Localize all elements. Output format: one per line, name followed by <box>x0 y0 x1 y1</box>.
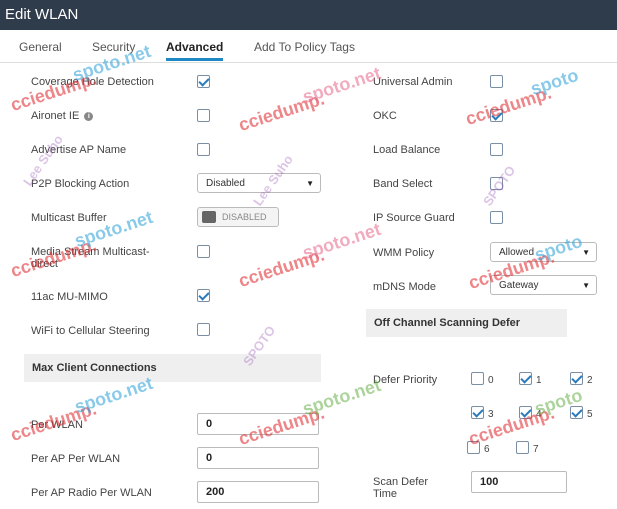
wmm-policy-label: WMM Policy <box>373 247 435 259</box>
defer-priority-0-label: 0 <box>488 375 494 386</box>
max-client-connections-header: Max Client Connections <box>24 354 321 382</box>
dialog-title: Edit WLAN <box>5 6 79 23</box>
coverage-hole-detection-label: Coverage Hole Detection <box>31 76 154 88</box>
aironet-ie-label-wrap: Aironet IE i <box>31 110 94 122</box>
chevron-down-icon: ▼ <box>582 281 590 290</box>
tab-security[interactable]: Security <box>92 30 135 61</box>
universal-admin-label: Universal Admin <box>373 76 453 88</box>
media-stream-label: Media Stream Multicast-direct <box>31 246 150 270</box>
scan-defer-time-label: Scan Defer Time <box>373 476 429 500</box>
watermark-text: spoto.net <box>300 218 384 264</box>
watermark-text: cciedump. <box>236 244 327 292</box>
defer-priority-2-checkbox[interactable] <box>570 372 583 385</box>
media-stream-checkbox[interactable] <box>197 245 210 258</box>
defer-priority-6-checkbox[interactable] <box>467 441 480 454</box>
advertise-ap-name-label: Advertise AP Name <box>31 144 127 156</box>
p2p-blocking-action-label: P2P Blocking Action <box>31 178 130 190</box>
defer-priority-2-label: 2 <box>587 375 593 386</box>
per-ap-per-wlan-input[interactable]: 0 <box>197 447 319 469</box>
wifi-cellular-steering-checkbox[interactable] <box>197 323 210 336</box>
wmm-policy-select[interactable]: Allowed ▼ <box>490 242 597 262</box>
per-ap-per-wlan-label: Per AP Per WLAN <box>31 453 121 465</box>
chevron-down-icon: ▼ <box>306 179 314 188</box>
multicast-buffer-value: DISABLED <box>222 212 267 222</box>
defer-priority-6-label: 6 <box>484 444 490 455</box>
per-ap-radio-per-wlan-input[interactable]: 200 <box>197 481 319 503</box>
off-channel-scanning-defer-header: Off Channel Scanning Defer <box>366 309 567 337</box>
wifi-cellular-steering-label: WiFi to Cellular Steering <box>31 325 150 337</box>
defer-priority-7-checkbox[interactable] <box>516 441 529 454</box>
mdns-mode-value: Gateway <box>499 280 539 291</box>
tab-general[interactable]: General <box>19 30 62 61</box>
info-icon[interactable]: i <box>84 111 94 121</box>
defer-priority-4-label: 4 <box>536 409 542 420</box>
defer-priority-3-checkbox[interactable] <box>471 406 484 419</box>
band-select-checkbox[interactable] <box>490 177 503 190</box>
p2p-blocking-action-value: Disabled <box>206 178 245 189</box>
watermark-text: cciedump. <box>463 82 554 130</box>
per-wlan-label: Per WLAN <box>31 419 83 431</box>
band-select-label: Band Select <box>373 178 433 190</box>
multicast-buffer-label: Multicast Buffer <box>31 212 107 224</box>
ip-source-guard-checkbox[interactable] <box>490 211 503 224</box>
defer-priority-5-label: 5 <box>587 409 593 420</box>
defer-priority-7-label: 7 <box>533 444 539 455</box>
per-wlan-input[interactable]: 0 <box>197 413 319 435</box>
watermark-text: spoto.net <box>300 62 384 108</box>
defer-priority-0-checkbox[interactable] <box>471 372 484 385</box>
tab-bar: General Security Advanced Add To Policy … <box>0 30 617 63</box>
ip-source-guard-label: IP Source Guard <box>373 212 455 224</box>
p2p-blocking-action-select[interactable]: Disabled ▼ <box>197 173 321 193</box>
coverage-hole-detection-checkbox[interactable] <box>197 75 210 88</box>
mdns-mode-label: mDNS Mode <box>373 281 436 293</box>
per-ap-radio-per-wlan-label: Per AP Radio Per WLAN <box>31 487 152 499</box>
watermark-text: spoto <box>528 64 581 100</box>
mdns-mode-select[interactable]: Gateway ▼ <box>490 275 597 295</box>
dialog-title-bar: Edit WLAN <box>0 0 617 30</box>
scan-defer-time-input[interactable]: 100 <box>471 471 567 493</box>
defer-priority-5-checkbox[interactable] <box>570 406 583 419</box>
defer-priority-3-label: 3 <box>488 409 494 420</box>
watermark-text: cciedump. <box>236 88 327 136</box>
toggle-knob <box>202 211 216 223</box>
load-balance-label: Load Balance <box>373 144 441 156</box>
load-balance-checkbox[interactable] <box>490 143 503 156</box>
mu-mimo-label: 11ac MU-MIMO <box>31 291 108 303</box>
defer-priority-1-checkbox[interactable] <box>519 372 532 385</box>
okc-label: OKC <box>373 110 397 122</box>
defer-priority-4-checkbox[interactable] <box>519 406 532 419</box>
universal-admin-checkbox[interactable] <box>490 75 503 88</box>
aironet-ie-label: Aironet IE <box>31 110 80 122</box>
okc-checkbox[interactable] <box>490 109 503 122</box>
defer-priority-1-label: 1 <box>536 375 542 386</box>
multicast-buffer-toggle[interactable]: DISABLED <box>197 207 279 227</box>
chevron-down-icon: ▼ <box>582 248 590 257</box>
aironet-ie-checkbox[interactable] <box>197 109 210 122</box>
mu-mimo-checkbox[interactable] <box>197 289 210 302</box>
tab-advanced[interactable]: Advanced <box>166 30 224 61</box>
defer-priority-label: Defer Priority <box>373 374 438 386</box>
tab-add-to-policy-tags[interactable]: Add To Policy Tags <box>254 30 355 61</box>
advertise-ap-name-checkbox[interactable] <box>197 143 210 156</box>
wmm-policy-value: Allowed <box>499 247 535 258</box>
